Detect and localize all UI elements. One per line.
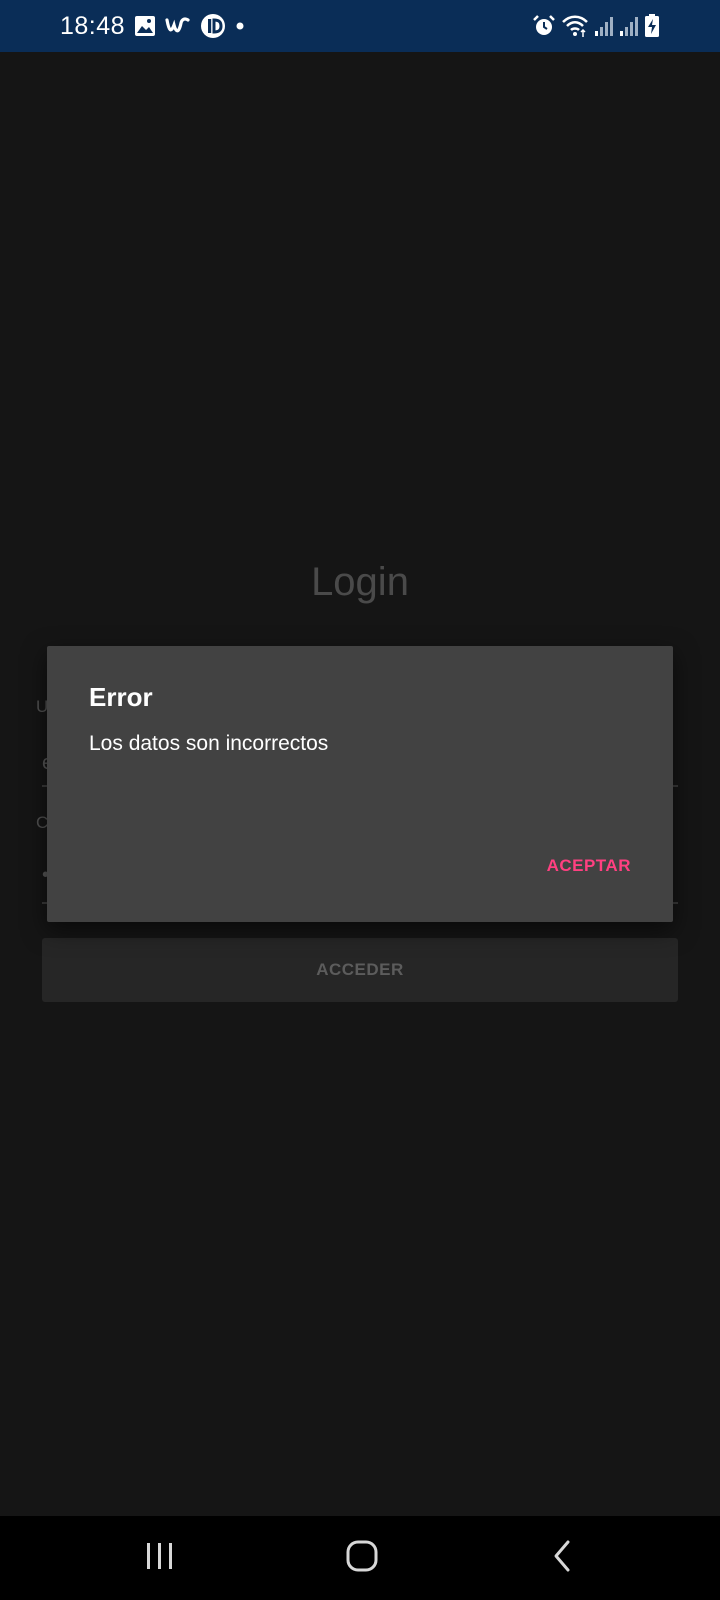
wifi-icon [561, 14, 589, 38]
back-icon [550, 1539, 574, 1578]
recents-button[interactable] [120, 1530, 200, 1586]
dialog-title: Error [89, 682, 153, 712]
recents-icon [143, 1541, 177, 1576]
page-title: Login [311, 560, 409, 604]
gallery-icon [134, 15, 156, 37]
status-notification-icons [134, 12, 245, 40]
battery-charging-icon [644, 14, 660, 38]
info-app-icon [200, 13, 226, 39]
signal-icon [594, 15, 614, 37]
dialog-message: Los datos son incorrectos [89, 732, 329, 755]
navigation-bar [0, 1516, 720, 1600]
notification-dot-icon [235, 21, 245, 31]
home-icon [345, 1539, 379, 1578]
alarm-icon [532, 14, 556, 38]
signal-icon [619, 15, 639, 37]
status-time: 18:48 [60, 12, 126, 40]
error-dialog: Error Los datos son incorrectos ACEPTAR [47, 646, 673, 922]
home-button[interactable] [322, 1530, 402, 1586]
access-button[interactable]: ACCEDER [42, 938, 678, 1002]
status-bar: 18:48 [0, 0, 720, 52]
w-app-icon [165, 15, 191, 37]
status-system-icons [532, 12, 660, 40]
accept-button[interactable]: ACEPTAR [535, 850, 643, 882]
back-button[interactable] [522, 1530, 602, 1586]
